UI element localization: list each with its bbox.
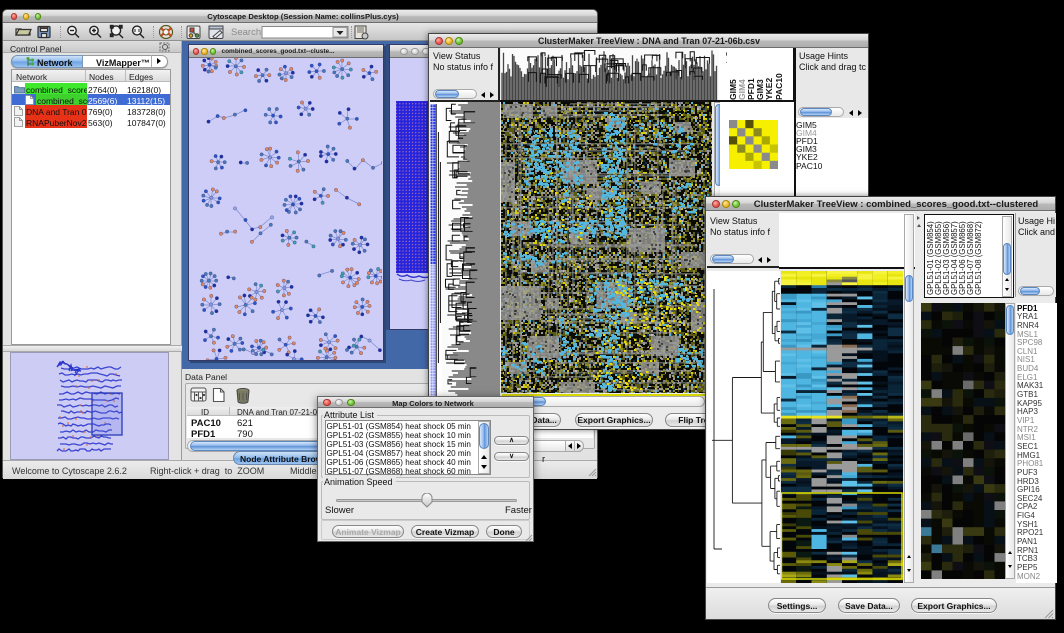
svg-text:Search:: Search: <box>231 27 264 38</box>
svg-text:GPL51-08 (GSM872): GPL51-08 (GSM872) <box>974 221 983 295</box>
